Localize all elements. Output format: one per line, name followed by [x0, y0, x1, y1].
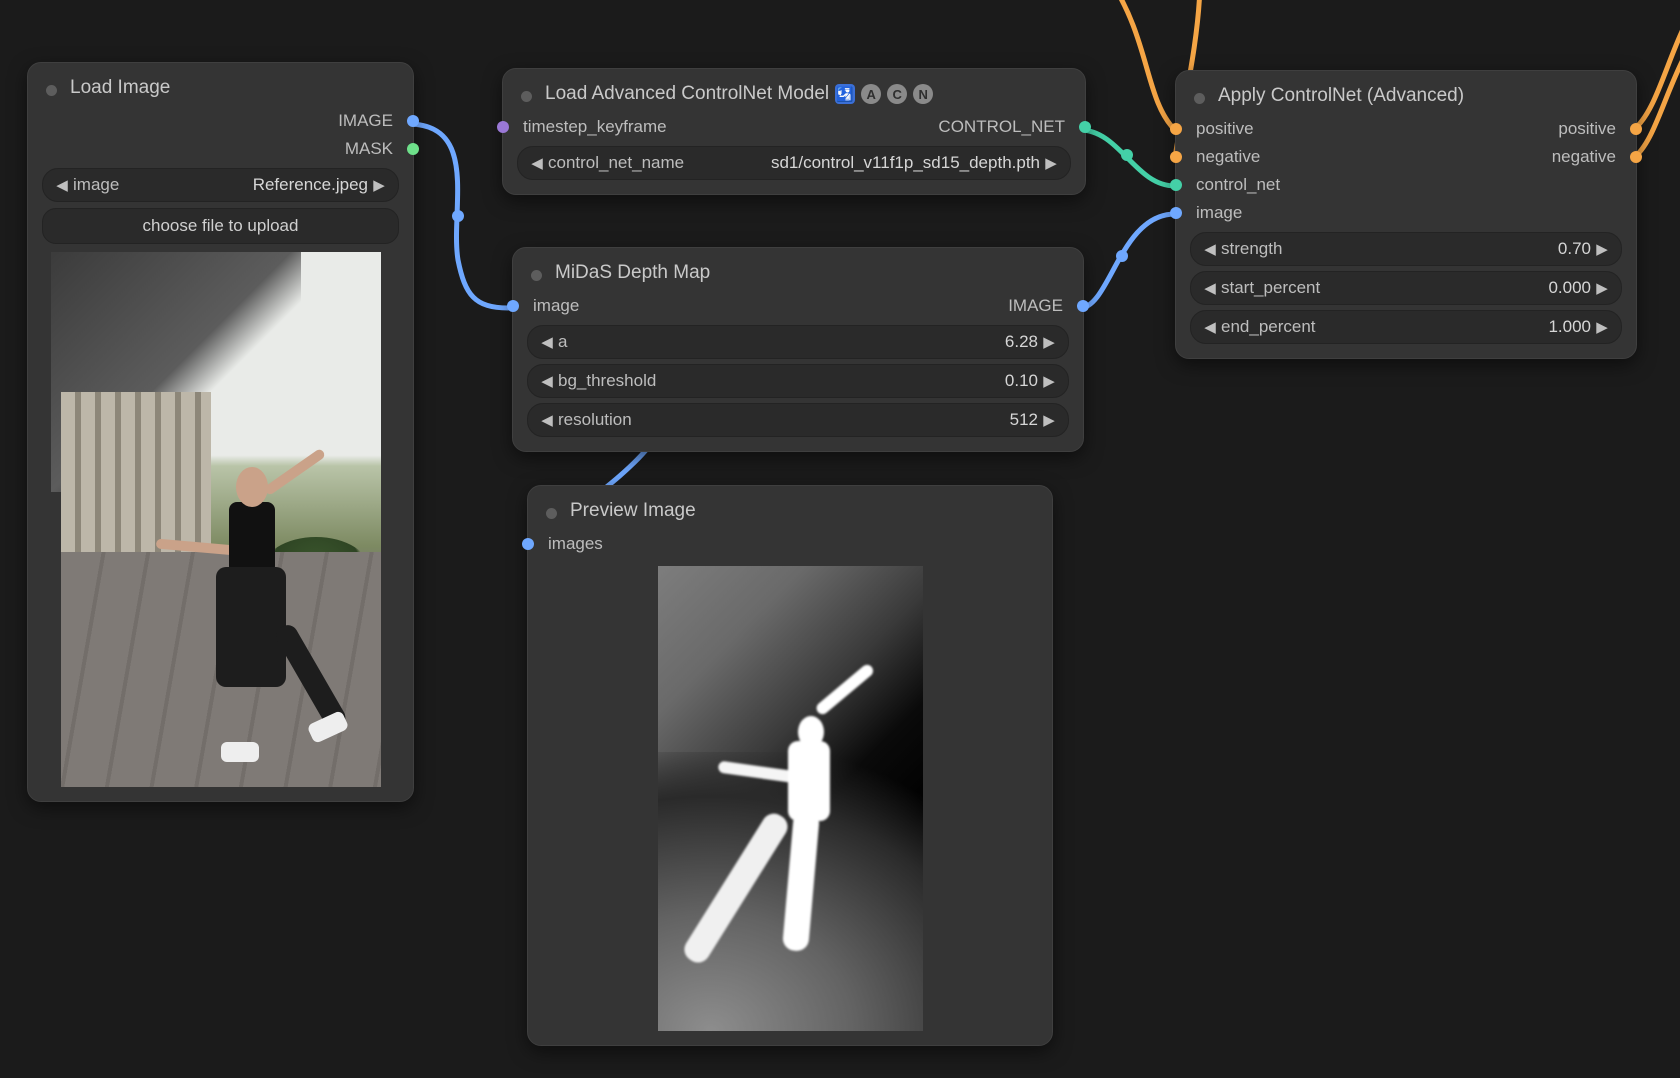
arrow-left-icon[interactable]: ◀ — [55, 176, 69, 194]
widget-start-percent[interactable]: ◀ start_percent 0.000 ▶ — [1190, 271, 1622, 305]
widget-value: 6.28 — [1005, 332, 1042, 352]
input-port-timestep-keyframe[interactable]: timestep_keyframe — [503, 113, 687, 141]
arrow-left-icon[interactable]: ◀ — [530, 154, 544, 172]
arrow-left-icon[interactable]: ◀ — [540, 333, 554, 351]
widget-bg-threshold[interactable]: ◀ bg_threshold 0.10 ▶ — [527, 364, 1069, 398]
depth-map-preview[interactable] — [542, 566, 1038, 1031]
widget-end-percent[interactable]: ◀ end_percent 1.000 ▶ — [1190, 310, 1622, 344]
letter-a-icon: A — [861, 84, 881, 104]
widget-a[interactable]: ◀ a 6.28 ▶ — [527, 325, 1069, 359]
widget-resolution[interactable]: ◀ resolution 512 ▶ — [527, 403, 1069, 437]
node-title: MiDaS Depth Map — [555, 262, 710, 284]
widget-label: strength — [1217, 239, 1558, 259]
input-port-image[interactable]: image — [1176, 199, 1636, 227]
arrow-left-icon[interactable]: ◀ — [1203, 318, 1217, 336]
port-dot-icon[interactable] — [1630, 123, 1642, 135]
collapse-dot-icon[interactable] — [46, 85, 57, 96]
port-dot-icon[interactable] — [1630, 151, 1642, 163]
node-apply-controlnet[interactable]: Apply ControlNet (Advanced) positive pos… — [1175, 70, 1637, 359]
output-port-positive[interactable]: positive — [1538, 115, 1636, 143]
input-port-image[interactable]: image — [513, 292, 599, 320]
port-dot-icon[interactable] — [522, 538, 534, 550]
collapse-dot-icon[interactable] — [546, 508, 557, 519]
port-dot-icon[interactable] — [1170, 123, 1182, 135]
node-load-image[interactable]: Load Image IMAGE MASK ◀ image Reference.… — [27, 62, 414, 802]
input-port-control-net[interactable]: control_net — [1176, 171, 1636, 199]
widget-value: 0.10 — [1005, 371, 1042, 391]
arrow-right-icon[interactable]: ▶ — [1044, 154, 1058, 172]
widget-label: control_net_name — [544, 153, 771, 173]
node-header[interactable]: Preview Image — [528, 486, 1052, 530]
arrow-right-icon[interactable]: ▶ — [1595, 240, 1609, 258]
input-port-negative[interactable]: negative — [1176, 143, 1280, 171]
widget-label: start_percent — [1217, 278, 1548, 298]
port-dot-icon[interactable] — [1079, 121, 1091, 133]
node-graph-canvas[interactable]: Load Image IMAGE MASK ◀ image Reference.… — [0, 0, 1680, 1078]
arrow-left-icon[interactable]: ◀ — [540, 411, 554, 429]
port-dot-icon[interactable] — [407, 115, 419, 127]
port-dot-icon[interactable] — [1170, 207, 1182, 219]
widget-label: bg_threshold — [554, 371, 1005, 391]
collapse-dot-icon[interactable] — [521, 91, 532, 102]
node-header[interactable]: Load Advanced ControlNet Model 🛂 A C N — [503, 69, 1085, 113]
port-dot-icon[interactable] — [507, 300, 519, 312]
passport-control-icon: 🛂 — [835, 84, 855, 104]
output-port-negative[interactable]: negative — [1532, 143, 1636, 171]
input-port-images[interactable]: images — [528, 530, 1052, 558]
depth-map-image — [658, 566, 923, 1031]
node-title: Load Advanced ControlNet Model 🛂 A C N — [545, 83, 933, 105]
node-header[interactable]: MiDaS Depth Map — [513, 248, 1083, 292]
widget-value: 512 — [1010, 410, 1042, 430]
widget-value: 1.000 — [1548, 317, 1595, 337]
port-dot-icon[interactable] — [497, 121, 509, 133]
letter-c-icon: C — [887, 84, 907, 104]
loaded-image-preview[interactable] — [42, 252, 399, 787]
widget-label: a — [554, 332, 1005, 352]
arrow-left-icon[interactable]: ◀ — [1203, 279, 1217, 297]
node-load-acn[interactable]: Load Advanced ControlNet Model 🛂 A C N t… — [502, 68, 1086, 195]
reference-image — [61, 252, 381, 787]
port-dot-icon[interactable] — [1170, 179, 1182, 191]
widget-value: 0.70 — [1558, 239, 1595, 259]
port-dot-icon[interactable] — [1170, 151, 1182, 163]
node-header[interactable]: Load Image — [28, 63, 413, 107]
widget-strength[interactable]: ◀ strength 0.70 ▶ — [1190, 232, 1622, 266]
widget-value: Reference.jpeg — [253, 175, 372, 195]
port-dot-icon[interactable] — [407, 143, 419, 155]
node-preview-image[interactable]: Preview Image images — [527, 485, 1053, 1046]
arrow-right-icon[interactable]: ▶ — [1042, 372, 1056, 390]
widget-value: 0.000 — [1548, 278, 1595, 298]
arrow-right-icon[interactable]: ▶ — [1042, 411, 1056, 429]
widget-control-net-name[interactable]: ◀ control_net_name sd1/control_v11f1p_sd… — [517, 146, 1071, 180]
arrow-right-icon[interactable]: ▶ — [1595, 279, 1609, 297]
output-port-image[interactable]: IMAGE — [28, 107, 413, 135]
widget-label: resolution — [554, 410, 1010, 430]
arrow-left-icon[interactable]: ◀ — [540, 372, 554, 390]
output-port-image[interactable]: IMAGE — [988, 292, 1083, 320]
widget-label: end_percent — [1217, 317, 1548, 337]
node-header[interactable]: Apply ControlNet (Advanced) — [1176, 71, 1636, 115]
collapse-dot-icon[interactable] — [531, 270, 542, 281]
node-title: Apply ControlNet (Advanced) — [1218, 85, 1464, 107]
upload-button[interactable]: choose file to upload — [42, 208, 399, 244]
widget-value: sd1/control_v11f1p_sd15_depth.pth — [771, 153, 1044, 173]
arrow-right-icon[interactable]: ▶ — [1595, 318, 1609, 336]
collapse-dot-icon[interactable] — [1194, 93, 1205, 104]
arrow-right-icon[interactable]: ▶ — [372, 176, 386, 194]
input-port-positive[interactable]: positive — [1176, 115, 1274, 143]
arrow-left-icon[interactable]: ◀ — [1203, 240, 1217, 258]
node-title: Preview Image — [570, 500, 696, 522]
widget-image-selector[interactable]: ◀ image Reference.jpeg ▶ — [42, 168, 399, 202]
node-midas-depth-map[interactable]: MiDaS Depth Map image IMAGE ◀ a 6.28 ▶ ◀… — [512, 247, 1084, 452]
arrow-right-icon[interactable]: ▶ — [1042, 333, 1056, 351]
port-dot-icon[interactable] — [1077, 300, 1089, 312]
letter-n-icon: N — [913, 84, 933, 104]
node-title: Load Image — [70, 77, 170, 99]
widget-label: image — [69, 175, 253, 195]
output-port-mask[interactable]: MASK — [28, 135, 413, 163]
output-port-control-net[interactable]: CONTROL_NET — [918, 113, 1085, 141]
